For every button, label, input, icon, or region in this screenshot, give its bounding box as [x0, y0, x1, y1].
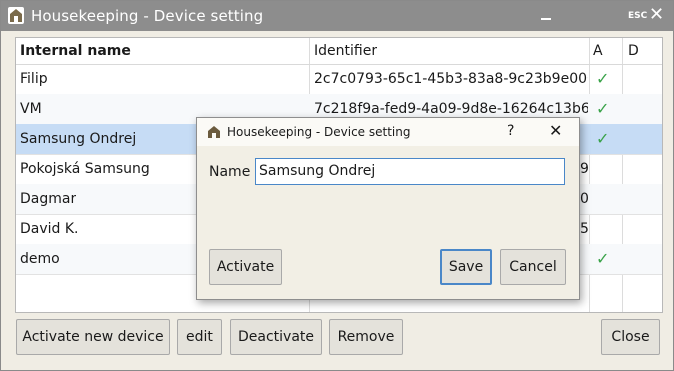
active-check-icon: ✓: [596, 129, 610, 148]
column-header-internal-name[interactable]: Internal name: [20, 38, 131, 64]
house-icon: [8, 7, 24, 24]
row-name: demo: [20, 251, 60, 267]
main-window: Housekeeping - Device setting ESC ✕ Inte…: [0, 0, 674, 371]
active-check-icon: ✓: [596, 99, 610, 118]
row-name: Samsung Ondrej: [20, 131, 137, 147]
save-button[interactable]: Save: [440, 249, 492, 285]
table-header: Internal name Identifier A D: [16, 38, 662, 65]
dialog-title-bar: Housekeeping - Device setting ? ✕: [197, 118, 579, 146]
row-name: Filip: [20, 71, 48, 87]
close-window-button[interactable]: ✕: [649, 5, 664, 25]
help-button[interactable]: ?: [507, 123, 514, 139]
name-input[interactable]: Samsung Ondrej: [255, 158, 565, 185]
row-name: Pokojská Samsung: [20, 161, 150, 177]
activate-new-device-button[interactable]: Activate new device: [16, 319, 170, 355]
active-check-icon: ✓: [596, 249, 610, 268]
active-check-icon: ✓: [596, 69, 610, 88]
window-title: Housekeeping - Device setting: [31, 7, 264, 25]
column-header-identifier[interactable]: Identifier: [314, 38, 377, 64]
row-identifier: 0: [580, 191, 589, 207]
column-header-d[interactable]: D: [628, 38, 639, 64]
house-icon: [208, 126, 220, 138]
dialog-title: Housekeeping - Device setting: [227, 125, 411, 139]
remove-button[interactable]: Remove: [329, 319, 403, 355]
activate-button[interactable]: Activate: [209, 249, 282, 285]
cancel-button[interactable]: Cancel: [500, 249, 566, 285]
row-name: VM: [20, 101, 42, 117]
deactivate-button[interactable]: Deactivate: [230, 319, 322, 355]
row-identifier: 5: [580, 221, 589, 237]
name-label: Name: [209, 164, 251, 180]
column-header-a[interactable]: A: [593, 38, 603, 64]
device-setting-dialog: Housekeeping - Device setting ? ✕ Name S…: [196, 117, 580, 300]
title-bar: Housekeeping - Device setting ESC ✕: [1, 1, 673, 31]
row-identifier: 2c7c0793-65c1-45b3-83a8-9c23b9e0002e: [314, 71, 588, 87]
row-identifier: 9: [580, 161, 589, 177]
dialog-close-button[interactable]: ✕: [549, 121, 562, 140]
esc-label[interactable]: ESC: [628, 11, 647, 21]
table-row[interactable]: Filip 2c7c0793-65c1-45b3-83a8-9c23b9e000…: [16, 64, 662, 95]
edit-button[interactable]: edit: [177, 319, 222, 355]
row-name: Dagmar: [20, 191, 77, 207]
close-button[interactable]: Close: [601, 319, 660, 355]
minimize-button[interactable]: [539, 6, 553, 22]
row-name: David K.: [20, 221, 79, 237]
